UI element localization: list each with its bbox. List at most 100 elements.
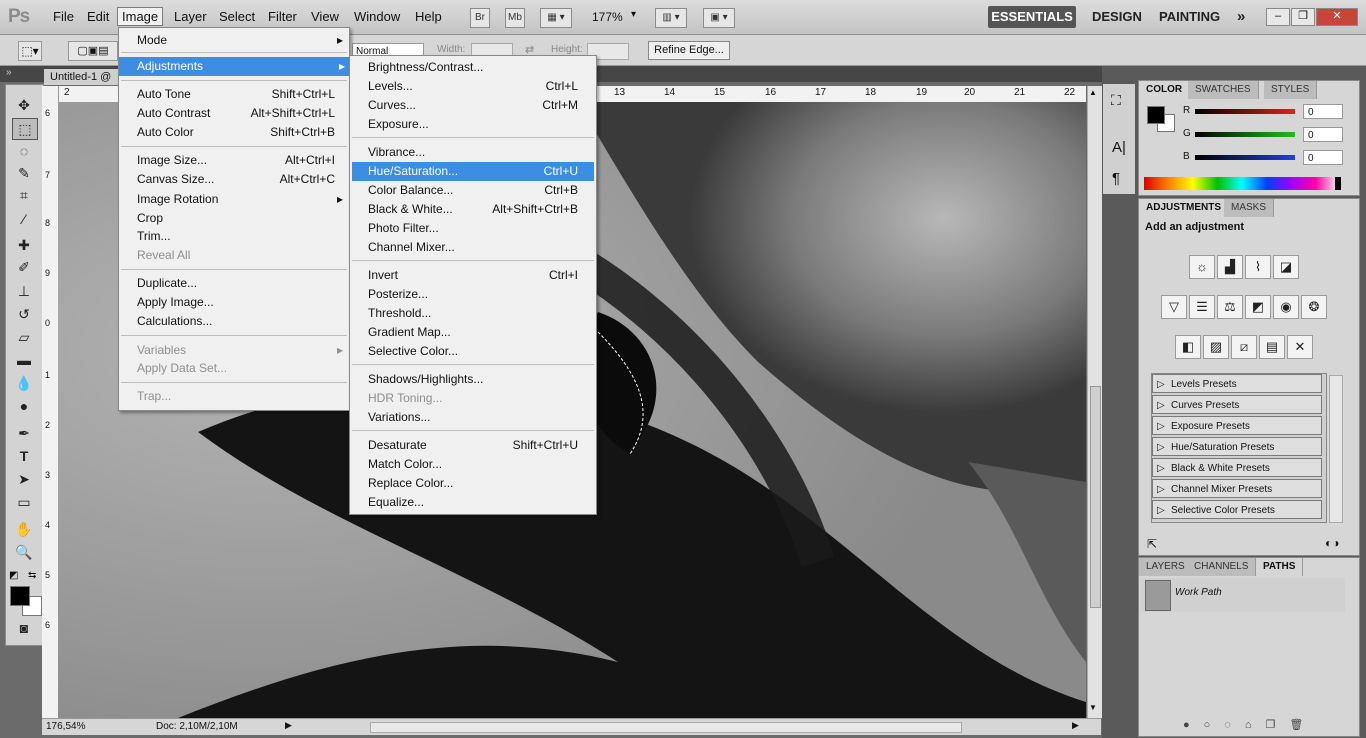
- image-menu-auto-color[interactable]: Auto Color Shift+Ctrl+B: [137, 123, 335, 142]
- adj-vibrance[interactable]: Vibrance...: [368, 143, 578, 162]
- brightness-contrast-icon[interactable]: ☼: [1189, 255, 1215, 279]
- gradient-tool-icon[interactable]: ▬: [12, 350, 36, 370]
- path-selection-tool-icon[interactable]: ➤: [12, 469, 36, 489]
- adj-curves[interactable]: Curves... Ctrl+M: [368, 96, 578, 115]
- channel-r-input[interactable]: 0: [1303, 104, 1343, 119]
- photo-filter-icon[interactable]: ◉: [1273, 295, 1299, 319]
- preset-channel-mixer[interactable]: Channel Mixer Presets: [1152, 479, 1322, 499]
- menu-edit[interactable]: Edit: [87, 9, 109, 24]
- adj-shadows-highlights[interactable]: Shadows/Highlights...: [368, 370, 578, 389]
- image-menu-image-size[interactable]: Image Size... Alt+Ctrl+I: [137, 151, 335, 170]
- horizontal-scroll-thumb[interactable]: [370, 722, 962, 733]
- vertical-scrollbar[interactable]: ▲ ▼: [1087, 86, 1102, 718]
- brush-tool-icon[interactable]: ✐: [12, 257, 36, 277]
- image-menu-adjustments[interactable]: Adjustments ▸: [119, 57, 349, 76]
- eyedropper-tool-icon[interactable]: ⁄: [12, 209, 36, 229]
- channel-mixer-icon[interactable]: ❂: [1301, 295, 1327, 319]
- vibrance-icon[interactable]: ▽: [1161, 295, 1187, 319]
- adj-match-color[interactable]: Match Color...: [368, 455, 578, 474]
- preset-exposure[interactable]: Exposure Presets: [1152, 416, 1322, 436]
- path-name[interactable]: Work Path: [1175, 587, 1222, 598]
- shape-tool-icon[interactable]: ▭: [12, 492, 36, 512]
- type-tool-icon[interactable]: T: [12, 446, 36, 466]
- collapse-toolbox-icon[interactable]: »: [6, 67, 12, 78]
- menu-window[interactable]: Window: [354, 9, 400, 24]
- color-fg-swatch[interactable]: [1147, 106, 1165, 124]
- screen-mode-icon[interactable]: ▣ ▾: [703, 8, 735, 28]
- status-menu-icon[interactable]: ▶: [285, 720, 292, 731]
- adj-desaturate[interactable]: Desaturate Shift+Ctrl+U: [368, 436, 578, 455]
- close-icon[interactable]: ✕: [1316, 8, 1358, 26]
- image-menu-duplicate[interactable]: Duplicate...: [137, 274, 335, 293]
- image-menu-image-rotation[interactable]: Image Rotation ▸: [137, 190, 343, 209]
- preset-hue-saturation[interactable]: Hue/Saturation Presets: [1152, 437, 1322, 457]
- invert-icon[interactable]: ◧: [1175, 335, 1201, 359]
- blur-tool-icon[interactable]: 💧: [12, 373, 36, 393]
- image-menu-auto-contrast[interactable]: Auto Contrast Alt+Shift+Ctrl+L: [137, 104, 335, 123]
- menu-filter[interactable]: Filter: [268, 9, 297, 24]
- path-row[interactable]: Work Path: [1141, 578, 1345, 612]
- scroll-up-icon[interactable]: ▲: [1089, 88, 1097, 97]
- lasso-tool-icon[interactable]: ◌: [12, 141, 36, 161]
- pen-tool-icon[interactable]: ✒: [12, 423, 36, 443]
- character-panel-icon[interactable]: A|: [1112, 139, 1126, 156]
- channel-r-slider[interactable]: [1195, 109, 1295, 114]
- preset-black-white[interactable]: Black & White Presets: [1152, 458, 1322, 478]
- menu-layer[interactable]: Layer: [174, 9, 207, 24]
- history-brush-tool-icon[interactable]: ↺: [12, 304, 36, 324]
- zoom-dropdown-icon[interactable]: ▾: [631, 9, 636, 20]
- image-menu-trim[interactable]: Trim...: [137, 227, 335, 246]
- color-spectrum-ramp[interactable]: [1144, 177, 1340, 190]
- hue-saturation-icon[interactable]: ☰: [1189, 295, 1215, 319]
- quick-mask-icon[interactable]: ◙: [12, 618, 36, 638]
- levels-icon[interactable]: ▟: [1217, 255, 1243, 279]
- crop-tool-icon[interactable]: ⌗: [12, 185, 36, 205]
- hand-tool-icon[interactable]: ✋: [12, 519, 36, 539]
- move-tool-icon[interactable]: ✥: [12, 95, 36, 115]
- channel-g-slider[interactable]: [1195, 132, 1295, 137]
- scroll-down-icon[interactable]: ▼: [1089, 703, 1097, 712]
- menu-image[interactable]: Image: [117, 7, 164, 26]
- minimize-icon[interactable]: –: [1266, 8, 1290, 26]
- tab-paths[interactable]: PATHS: [1256, 558, 1304, 576]
- menu-help[interactable]: Help: [415, 9, 442, 24]
- quick-selection-tool-icon[interactable]: ✎: [12, 163, 36, 183]
- zoom-level[interactable]: 177%: [592, 10, 623, 24]
- bridge-button[interactable]: Br: [470, 8, 490, 28]
- history-panel-icon[interactable]: ⛶: [1111, 92, 1121, 109]
- adj-selective-color[interactable]: Selective Color...: [368, 342, 578, 361]
- scroll-right-icon[interactable]: ▶: [1072, 720, 1079, 731]
- adj-replace-color[interactable]: Replace Color...: [368, 474, 578, 493]
- spectrum-black-swatch[interactable]: [1335, 177, 1341, 190]
- adj-gradient-map[interactable]: Gradient Map...: [368, 323, 578, 342]
- view-extras-icon[interactable]: ▦ ▾: [540, 8, 572, 28]
- menu-file[interactable]: File: [53, 9, 74, 24]
- preset-selective-color[interactable]: Selective Color Presets: [1152, 500, 1322, 520]
- adj-hue-saturation[interactable]: Hue/Saturation... Ctrl+U: [352, 162, 594, 181]
- preset-curves[interactable]: Curves Presets: [1152, 395, 1322, 415]
- image-menu-canvas-size[interactable]: Canvas Size... Alt+Ctrl+C: [137, 170, 335, 189]
- image-menu-crop[interactable]: Crop: [137, 209, 335, 228]
- path-actions-icons[interactable]: ●○◌⌂❐🗑: [1183, 718, 1317, 731]
- tab-channels[interactable]: CHANNELS: [1187, 558, 1257, 576]
- restore-icon[interactable]: ❐: [1291, 8, 1315, 26]
- default-colors-icon[interactable]: ◩: [9, 570, 18, 581]
- adj-threshold[interactable]: Threshold...: [368, 304, 578, 323]
- adj-levels[interactable]: Levels... Ctrl+L: [368, 77, 578, 96]
- menu-select[interactable]: Select: [219, 9, 255, 24]
- tab-adjustments[interactable]: ADJUSTMENTS: [1139, 199, 1230, 217]
- posterize-icon[interactable]: ▨: [1203, 335, 1229, 359]
- healing-brush-tool-icon[interactable]: ✚: [12, 235, 36, 255]
- selective-color-icon[interactable]: ✕: [1287, 335, 1313, 359]
- mini-bridge-button[interactable]: Mb: [505, 8, 525, 28]
- paragraph-panel-icon[interactable]: ¶: [1112, 170, 1120, 187]
- channel-b-slider[interactable]: [1195, 155, 1295, 160]
- workspace-essentials[interactable]: ESSENTIALS: [988, 6, 1076, 28]
- adj-black-white[interactable]: Black & White... Alt+Shift+Ctrl+B: [368, 200, 578, 219]
- adj-posterize[interactable]: Posterize...: [368, 285, 578, 304]
- tab-styles[interactable]: STYLES: [1264, 81, 1318, 99]
- adj-exposure[interactable]: Exposure...: [368, 115, 578, 134]
- swap-colors-icon[interactable]: ⇆: [28, 570, 36, 581]
- workspace-painting[interactable]: PAINTING: [1159, 6, 1220, 28]
- tab-color[interactable]: COLOR: [1139, 81, 1191, 99]
